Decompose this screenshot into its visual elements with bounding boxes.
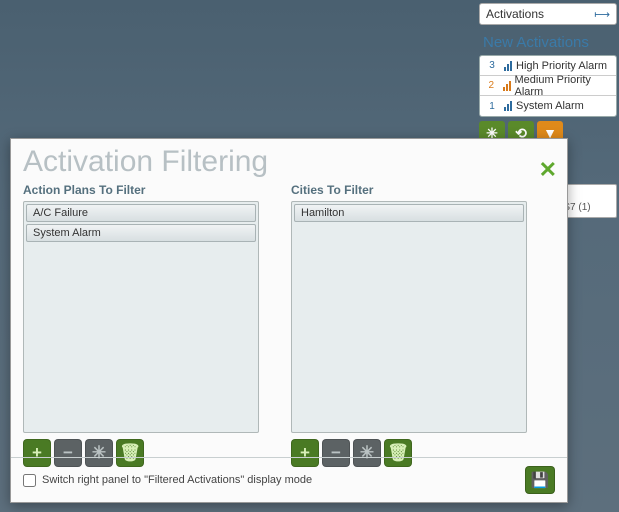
signal-icon — [503, 81, 511, 91]
save-button[interactable]: 💾 — [525, 466, 555, 494]
alarm-label: High Priority Alarm — [516, 60, 607, 72]
cities-list[interactable]: Hamilton — [291, 201, 527, 433]
close-icon: ✕ — [539, 157, 557, 182]
new-activations-title: New Activations — [479, 28, 617, 55]
alarm-count: 2 — [484, 80, 499, 91]
signal-icon — [504, 61, 512, 71]
close-button[interactable]: ✕ — [539, 157, 557, 183]
switch-display-mode-checkbox[interactable]: Switch right panel to "Filtered Activati… — [23, 474, 312, 487]
alarm-count: 3 — [484, 60, 500, 71]
dialog-footer: Switch right panel to "Filtered Activati… — [11, 457, 567, 502]
panel-header-title: Activations — [486, 7, 544, 21]
alarm-row-system[interactable]: 1 System Alarm — [480, 96, 616, 116]
alarm-count: 1 — [484, 101, 500, 112]
cities-column: Cities To Filter Hamilton + − ✳ 🗑 — [291, 183, 547, 467]
alarm-label: System Alarm — [516, 100, 584, 112]
action-plans-list[interactable]: A/C Failure System Alarm — [23, 201, 259, 433]
list-item[interactable]: System Alarm — [26, 224, 256, 242]
checkbox-label: Switch right panel to "Filtered Activati… — [42, 474, 312, 486]
alarm-label: Medium Priority Alarm — [515, 74, 613, 98]
checkbox-input[interactable] — [23, 474, 36, 487]
action-plans-title: Action Plans To Filter — [23, 183, 279, 197]
alarm-row-medium[interactable]: 2 Medium Priority Alarm — [480, 76, 616, 96]
list-item[interactable]: A/C Failure — [26, 204, 256, 222]
alarm-list: 3 High Priority Alarm 2 Medium Priority … — [479, 55, 617, 117]
panel-header[interactable]: Activations ⟼ — [479, 3, 617, 25]
pin-icon[interactable]: ⟼ — [594, 8, 610, 21]
dialog-title: Activation Filtering — [11, 139, 567, 179]
list-item[interactable]: Hamilton — [294, 204, 524, 222]
cities-title: Cities To Filter — [291, 183, 547, 197]
action-plans-column: Action Plans To Filter A/C Failure Syste… — [23, 183, 279, 467]
activation-filtering-dialog: Activation Filtering ✕ Action Plans To F… — [10, 138, 568, 503]
save-icon: 💾 — [531, 471, 550, 489]
signal-icon — [504, 101, 512, 111]
